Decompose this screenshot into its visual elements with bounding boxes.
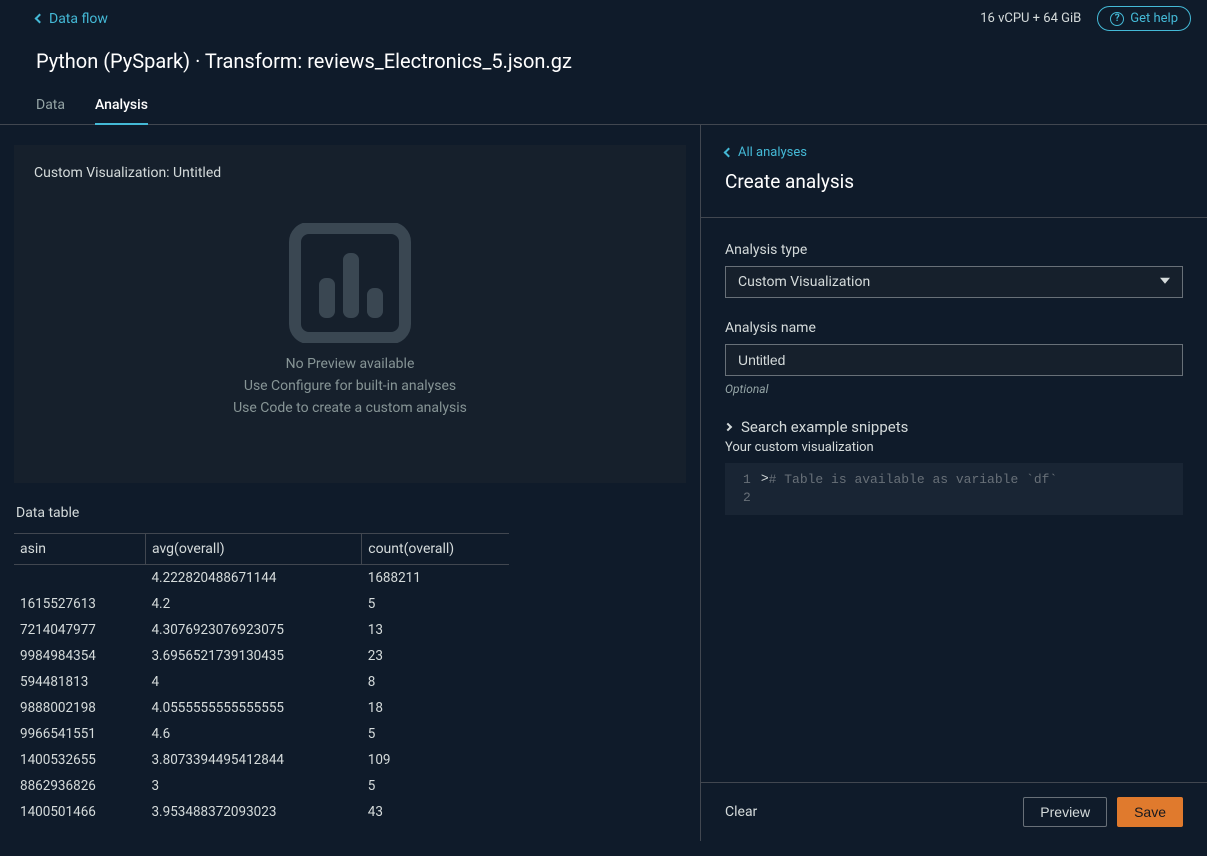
chevron-left-icon (724, 148, 734, 158)
viz-card-title: Custom Visualization: Untitled (34, 165, 666, 181)
divider (701, 217, 1207, 218)
back-to-data-flow[interactable]: Data flow (36, 11, 108, 27)
table-cell (14, 565, 145, 592)
all-analyses-label: All analyses (738, 145, 807, 160)
optional-hint: Optional (725, 382, 1183, 396)
tab-bar: Data Analysis (0, 73, 1207, 125)
table-cell: 109 (362, 747, 509, 773)
get-help-button[interactable]: ? Get help (1097, 6, 1191, 31)
table-cell: 4 (145, 669, 361, 695)
table-cell: 1688211 (362, 565, 509, 592)
table-cell: 1400501466 (14, 799, 145, 825)
table-row[interactable]: 99665415514.65 (14, 721, 509, 747)
analysis-type-value: Custom Visualization (738, 274, 870, 290)
table-cell: 1615527613 (14, 591, 145, 617)
table-cell: 9966541551 (14, 721, 145, 747)
table-row[interactable]: 16155276134.25 (14, 591, 509, 617)
clear-button[interactable]: Clear (725, 804, 757, 820)
hint-code: Use Code to create a custom analysis (233, 400, 467, 416)
table-row[interactable]: 99849843543.695652173913043523 (14, 643, 509, 669)
code-body[interactable]: # Table is available as variable `df` (769, 471, 1058, 507)
table-cell: 1400532655 (14, 747, 145, 773)
table-cell: 4.3076923076923075 (145, 617, 361, 643)
table-cell: 23 (362, 643, 509, 669)
panel-heading: Create analysis (725, 170, 1183, 193)
table-cell: 18 (362, 695, 509, 721)
column-header[interactable]: avg(overall) (145, 534, 361, 565)
search-snippets-toggle[interactable]: Search example snippets (725, 418, 1183, 436)
tab-data[interactable]: Data (36, 97, 65, 124)
chevron-left-icon (35, 14, 45, 24)
table-cell: 8 (362, 669, 509, 695)
data-table: asinavg(overall)count(overall) 4.2228204… (14, 533, 509, 825)
table-row[interactable]: 4.2228204886711441688211 (14, 565, 509, 592)
table-cell: 43 (362, 799, 509, 825)
column-header[interactable]: count(overall) (362, 534, 509, 565)
chevron-right-icon (724, 423, 732, 431)
table-cell: 5 (362, 721, 509, 747)
table-cell: 3.6956521739130435 (145, 643, 361, 669)
help-icon: ? (1110, 12, 1124, 26)
table-cell: 8862936826 (14, 773, 145, 799)
analysis-name-label: Analysis name (725, 320, 1183, 336)
table-cell: 3.8073394495412844 (145, 747, 361, 773)
table-cell: 9984984354 (14, 643, 145, 669)
table-row[interactable]: 14005014663.95348837209302343 (14, 799, 509, 825)
analysis-type-label: Analysis type (725, 242, 1183, 258)
hint-configure: Use Configure for built-in analyses (244, 378, 456, 394)
table-cell: 4.222820488671144 (145, 565, 361, 592)
table-cell: 594481813 (14, 669, 145, 695)
all-analyses-link[interactable]: All analyses (725, 145, 1183, 160)
data-table-title: Data table (16, 505, 686, 521)
table-row[interactable]: 14005326553.8073394495412844109 (14, 747, 509, 773)
table-cell: 5 (362, 773, 509, 799)
back-label: Data flow (49, 11, 108, 27)
table-cell: 7214047977 (14, 617, 145, 643)
table-row[interactable]: 98880021984.055555555555555518 (14, 695, 509, 721)
table-cell: 4.6 (145, 721, 361, 747)
snippets-label: Search example snippets (741, 418, 908, 436)
analysis-name-input[interactable] (725, 344, 1183, 376)
table-cell: 13 (362, 617, 509, 643)
table-row[interactable]: 59448181348 (14, 669, 509, 695)
chart-placeholder-icon (285, 223, 415, 343)
code-editor[interactable]: 12 ># Table is available as variable `df… (725, 463, 1183, 515)
resource-info: 16 vCPU + 64 GiB (980, 11, 1081, 26)
page-title: Python (PySpark) · Transform: reviews_El… (0, 31, 1207, 73)
analysis-type-select[interactable]: Custom Visualization (725, 266, 1183, 298)
table-cell: 4.2 (145, 591, 361, 617)
help-label: Get help (1130, 11, 1178, 26)
no-preview-text: No Preview available (286, 356, 415, 372)
table-cell: 5 (362, 591, 509, 617)
table-cell: 3.953488372093023 (145, 799, 361, 825)
tab-analysis[interactable]: Analysis (95, 97, 148, 125)
preview-button[interactable]: Preview (1023, 797, 1107, 827)
table-cell: 9888002198 (14, 695, 145, 721)
table-cell: 4.0555555555555555 (145, 695, 361, 721)
line-gutter: 12 (725, 471, 761, 507)
custom-viz-label: Your custom visualization (725, 440, 1183, 455)
table-cell: 3 (145, 773, 361, 799)
chevron-down-icon (1160, 278, 1170, 284)
footer-bar: Clear Preview Save (701, 782, 1207, 841)
table-row[interactable]: 886293682635 (14, 773, 509, 799)
visualization-card: Custom Visualization: Untitled No Previe… (14, 145, 686, 483)
table-row[interactable]: 72140479774.307692307692307513 (14, 617, 509, 643)
column-header[interactable]: asin (14, 534, 145, 565)
save-button[interactable]: Save (1117, 797, 1183, 827)
